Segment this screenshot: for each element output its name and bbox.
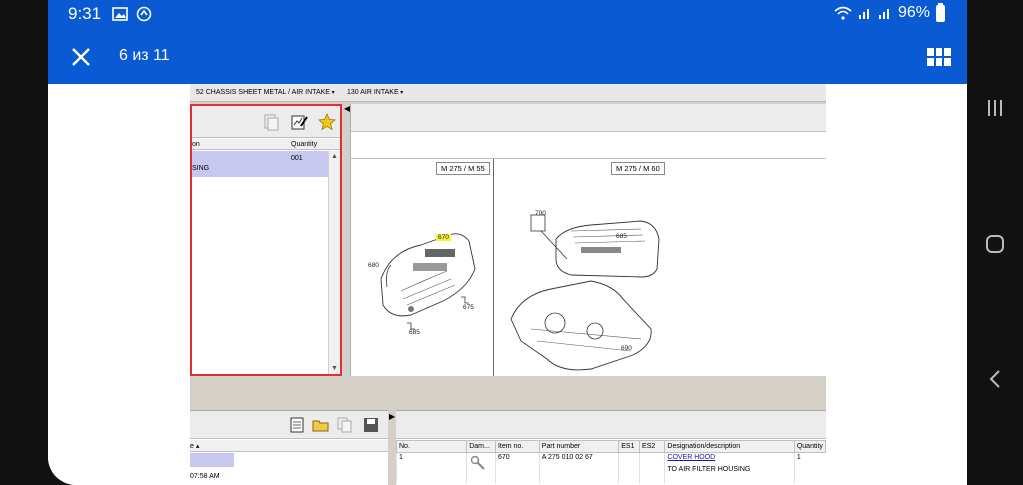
cell-no: 1	[395, 452, 467, 483]
grid-icon[interactable]	[927, 48, 951, 66]
vertical-scrollbar[interactable]: ▲ ▼	[328, 151, 340, 374]
history-header: e ▴	[190, 440, 388, 452]
cell-quantity: 1	[793, 452, 826, 483]
cell-es2	[639, 452, 665, 483]
table-row[interactable]: 1 670 A 275 010 02 67 COVER HOOD TO AIR …	[395, 452, 826, 483]
row-quantity: 001	[291, 155, 303, 162]
engine-cover-illustration	[380, 214, 660, 371]
recents-icon[interactable]	[981, 94, 1009, 122]
cell-es1	[618, 452, 640, 483]
wrench-icon[interactable]	[469, 454, 487, 472]
callout-700[interactable]: 700	[535, 210, 546, 217]
horizontal-splitter[interactable]	[190, 376, 826, 410]
callout-690[interactable]: 690	[621, 345, 632, 352]
parts-list-toolbar	[192, 106, 340, 138]
designation-link[interactable]: COVER HOOD	[667, 454, 791, 461]
battery-icon	[936, 2, 945, 22]
image-counter: 6 из 11	[119, 47, 170, 64]
expand-arrow-icon[interactable]: ▶	[389, 412, 395, 421]
save-icon[interactable]	[362, 416, 380, 434]
image-viewer: 52 CHASSIS SHEET METAL / AIR INTAKE 130 …	[48, 84, 967, 485]
parts-detail-panel: No. Dam... Item no. Part number ES1 ES2 …	[395, 410, 826, 485]
col-header-quantity[interactable]: Quantity	[291, 141, 317, 148]
drawing-panel: M 275 / M 55 M 275 / M 60 680 670 675 68…	[350, 104, 826, 377]
signal-2-icon	[878, 9, 889, 19]
col-header-no[interactable]: No.	[395, 440, 468, 453]
status-right: 96%	[834, 2, 945, 22]
col-header-description[interactable]: on	[192, 141, 200, 148]
phone-screen: 9:31 96% 6 из 11 52 CHASSIS SHEET METAL …	[48, 0, 967, 485]
parts-detail-toolbar	[396, 411, 826, 439]
callout-685-right[interactable]: 685	[616, 233, 627, 240]
signal-1-icon	[858, 9, 869, 19]
document-icon[interactable]	[288, 416, 306, 434]
star-icon[interactable]	[318, 113, 336, 131]
home-icon[interactable]	[981, 230, 1009, 258]
battery-percent: 96%	[897, 4, 930, 21]
cell-damage	[466, 452, 496, 483]
breadcrumb: 52 CHASSIS SHEET METAL / AIR INTAKE 130 …	[190, 84, 826, 102]
back-icon[interactable]	[981, 365, 1009, 393]
row-description: SING	[192, 165, 210, 172]
breadcrumb-item-air-intake[interactable]: 130 AIR INTAKE	[347, 89, 403, 96]
folder-open-icon[interactable]	[312, 416, 330, 434]
col-header-es1[interactable]: ES1	[618, 440, 641, 453]
cell-item-no: 670	[494, 452, 540, 483]
col-header-es2[interactable]: ES2	[639, 440, 666, 453]
callout-670[interactable]: 670	[436, 234, 451, 241]
history-panel: e ▴ 07:58 AM	[190, 410, 388, 485]
app-bar: 6 из 11	[48, 30, 967, 84]
col-header-quantity[interactable]: Quantity	[793, 440, 826, 453]
parts-list-header: on Quantity	[192, 139, 340, 150]
col-header-damage[interactable]: Dam...	[466, 440, 496, 453]
cell-designation: COVER HOOD TO AIR FILTER HOUSING	[664, 452, 795, 483]
bottom-splitter[interactable]: ▶	[388, 410, 396, 485]
col-header-item-no[interactable]: Item no.	[494, 440, 540, 453]
col-header-part-number[interactable]: Part number	[538, 440, 620, 453]
exploded-drawing[interactable]: M 275 / M 55 M 275 / M 60 680 670 675 68…	[351, 158, 826, 377]
close-icon[interactable]	[68, 44, 94, 70]
cell-part-number: A 275 010 02 67	[538, 452, 619, 483]
parts-table-header: No. Dam... Item no. Part number ES1 ES2 …	[395, 440, 826, 453]
navigation-bar	[967, 0, 1023, 485]
parts-list-panel: on Quantity SING 001 ▲ ▼	[190, 104, 342, 376]
history-row[interactable]	[190, 453, 234, 467]
scroll-up-icon[interactable]: ▲	[331, 153, 338, 160]
chart-edit-icon[interactable]	[290, 113, 308, 131]
wifi-icon	[834, 6, 852, 20]
col-header-designation[interactable]: Designation/description	[664, 440, 795, 453]
sync-icon	[136, 6, 152, 22]
history-sort-header[interactable]: e ▴	[190, 442, 199, 450]
status-time: 9:31	[68, 4, 102, 23]
callout-675[interactable]: 675	[463, 304, 474, 311]
callout-685-left[interactable]: 685	[409, 329, 420, 336]
parts-table: No. Dam... Item no. Part number ES1 ES2 …	[395, 440, 826, 483]
drawing-toolbar	[351, 104, 826, 132]
history-toolbar	[190, 411, 388, 439]
designation-description: TO AIR FILTER HOUSING	[667, 466, 751, 473]
table-row[interactable]: SING 001	[192, 151, 328, 177]
breadcrumb-item-chassis[interactable]: 52 CHASSIS SHEET METAL / AIR INTAKE	[196, 89, 335, 96]
copy-icon[interactable]	[336, 416, 354, 434]
history-date: 07:58 AM	[190, 473, 220, 480]
copy-doc-icon[interactable]	[262, 113, 280, 131]
status-bar: 9:31 96%	[48, 0, 967, 30]
gallery-icon	[112, 7, 128, 21]
epc-screenshot: 52 CHASSIS SHEET METAL / AIR INTAKE 130 …	[190, 84, 826, 485]
scroll-down-icon[interactable]: ▼	[331, 365, 338, 372]
callout-680[interactable]: 680	[368, 262, 379, 269]
